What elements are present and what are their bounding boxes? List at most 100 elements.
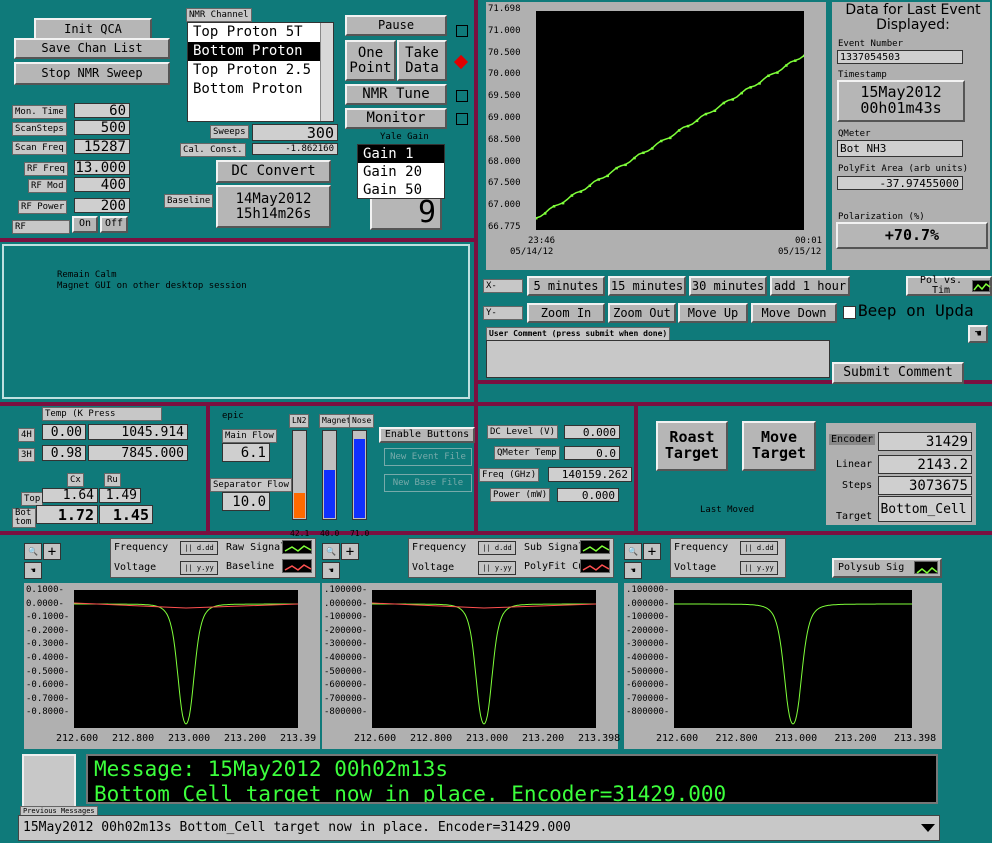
temp-4h-field: 0.00	[42, 424, 86, 440]
channel-item[interactable]: Top Proton 2.5	[188, 61, 333, 80]
plus-icon[interactable]: +	[643, 543, 661, 560]
zoom-out-button[interactable]: Zoom Out	[608, 303, 676, 323]
param-field[interactable]: 400	[74, 177, 130, 193]
nmr-plot-svg	[674, 603, 912, 725]
nmr-xtick: 213.39	[280, 733, 317, 744]
nmr-plot-area[interactable]	[371, 590, 597, 728]
top-ru-field: 1.49	[99, 488, 141, 503]
polarization-point	[794, 59, 797, 62]
nmr-ytick: .000000-	[626, 598, 670, 609]
nmr-xtick: 213.398	[894, 733, 937, 744]
zoom-icon[interactable]: 🔍	[624, 543, 642, 560]
nmr-ytick: -400000-	[324, 653, 368, 663]
pan-hand-icon[interactable]: ☚	[968, 325, 988, 343]
axis-format-button[interactable]: || d.dd	[180, 541, 218, 555]
one-point-button[interactable]: One Point	[345, 40, 396, 81]
baseline-label: Baseline	[164, 194, 214, 208]
gain-list[interactable]: Gain 1 Gain 20 Gain 50	[357, 144, 445, 199]
move-target-button[interactable]: Move Target	[742, 421, 816, 471]
monitor-button[interactable]: Monitor	[345, 108, 447, 129]
rf-on-button[interactable]: On	[72, 216, 98, 233]
axis-format-button[interactable]: || y.yy	[180, 561, 218, 575]
comment-input[interactable]	[486, 340, 830, 378]
enable-buttons-button[interactable]: Enable Buttons	[379, 427, 475, 443]
param-field[interactable]: 200	[74, 198, 130, 214]
plus-icon[interactable]: +	[43, 543, 61, 560]
move-up-button[interactable]: Move Up	[678, 303, 748, 323]
save-chan-list-button[interactable]: Save Chan List	[14, 38, 170, 59]
zoom-in-button[interactable]: Zoom In	[527, 303, 605, 323]
pause-checkbox[interactable]	[456, 25, 468, 37]
event-number-label: Event Number	[838, 39, 904, 49]
param-label: Mon. Time	[12, 105, 67, 119]
thermometer-fill	[354, 438, 365, 518]
take-data-button[interactable]: Take Data	[397, 40, 447, 81]
polarization-point	[615, 166, 618, 170]
axis-format-button[interactable]: || d.dd	[478, 541, 516, 555]
nmr-ytick: -0.8000-	[26, 707, 70, 718]
info-line-2: Magnet GUI on other desktop session	[57, 281, 247, 291]
monitor-checkbox[interactable]	[456, 113, 468, 125]
move-down-button[interactable]: Move Down	[751, 303, 837, 323]
nmr-plot-svg	[371, 602, 597, 725]
axis-format-button[interactable]: || y.yy	[478, 561, 516, 575]
param-field[interactable]: 15287	[74, 139, 130, 155]
divider-v4	[634, 402, 638, 534]
beep-checkbox[interactable]	[843, 306, 856, 319]
hand-icon[interactable]: ☚	[24, 562, 42, 579]
hand-icon[interactable]: ☚	[322, 562, 340, 579]
pol-vs-time-toggle[interactable]: Pol vs. Tim	[906, 275, 992, 296]
new-event-file-button[interactable]: New Event File	[384, 448, 472, 466]
dc-convert-button[interactable]: DC Convert	[216, 160, 331, 183]
pause-button[interactable]: Pause	[345, 15, 447, 36]
new-base-file-button[interactable]: New Base File	[384, 474, 472, 492]
param-field[interactable]: 500	[74, 120, 130, 136]
top-cx-field: 1.64	[42, 488, 98, 503]
polarization-point	[543, 212, 547, 215]
stop-nmr-sweep-button[interactable]: Stop NMR Sweep	[14, 62, 170, 85]
previous-messages-dropdown[interactable]: 15May2012 00h02m13s Bottom_Cell target n…	[18, 815, 940, 841]
channel-item[interactable]: Top Proton 5T	[188, 23, 333, 42]
zoom-icon[interactable]: 🔍	[322, 543, 340, 560]
roast-target-button[interactable]: Roast Target	[656, 421, 728, 471]
x-add-hour-button[interactable]: add 1 hour	[770, 276, 850, 296]
gain-item[interactable]: Gain 1	[358, 145, 444, 163]
rf-off-button[interactable]: Off	[100, 216, 128, 233]
x-15min-button[interactable]: 15 minutes	[608, 276, 686, 296]
zoom-icon[interactable]: 🔍	[24, 543, 42, 560]
channel-item[interactable]: Bottom Proton	[188, 80, 333, 99]
param-field[interactable]: 13.000	[74, 160, 130, 176]
x-30min-button[interactable]: 30 minutes	[689, 276, 767, 296]
x-5min-button[interactable]: 5 minutes	[527, 276, 605, 296]
channel-list-scrollbar[interactable]	[320, 23, 333, 121]
nmr-tune-checkbox[interactable]	[456, 90, 468, 102]
channel-item[interactable]: Bottom Proton	[188, 42, 333, 61]
param-field[interactable]: 60	[74, 103, 130, 119]
nmr-xtick: 212.800	[112, 733, 155, 744]
nmr-plot-area[interactable]	[674, 590, 912, 728]
calconst-field[interactable]: -1.862160	[252, 143, 338, 155]
epic-label: epic	[222, 411, 244, 421]
nmr-tune-button[interactable]: NMR Tune	[345, 84, 447, 105]
polarization-point	[606, 174, 609, 178]
submit-comment-button[interactable]: Submit Comment	[832, 362, 964, 384]
temp-row-4h-label: 4H	[18, 428, 35, 442]
plus-icon[interactable]: +	[341, 543, 359, 560]
green-line-icon	[972, 280, 991, 292]
polarization-plot-area[interactable]	[535, 11, 806, 230]
divider-v2	[206, 402, 210, 534]
hand-icon[interactable]: ☚	[624, 562, 642, 579]
gain-item[interactable]: Gain 20	[358, 163, 444, 181]
sweeps-field[interactable]: 300	[252, 124, 338, 142]
axis-format-button[interactable]: || d.dd	[740, 541, 778, 555]
nmr-ytick: -0.1000-	[26, 612, 70, 623]
steps-field: 3073675	[878, 476, 972, 495]
trace-2-label: Baseline	[226, 561, 275, 572]
nmr-channel-list[interactable]: Top Proton 5T Bottom Proton Top Proton 2…	[187, 22, 334, 122]
chevron-down-icon[interactable]	[921, 824, 935, 832]
axis-format-button[interactable]: || y.yy	[740, 561, 778, 575]
gain-item[interactable]: Gain 50	[358, 181, 444, 198]
nmr-plot-area[interactable]	[73, 590, 299, 728]
beep-label: Beep on Upda	[858, 301, 974, 320]
polarization-point	[713, 109, 717, 113]
